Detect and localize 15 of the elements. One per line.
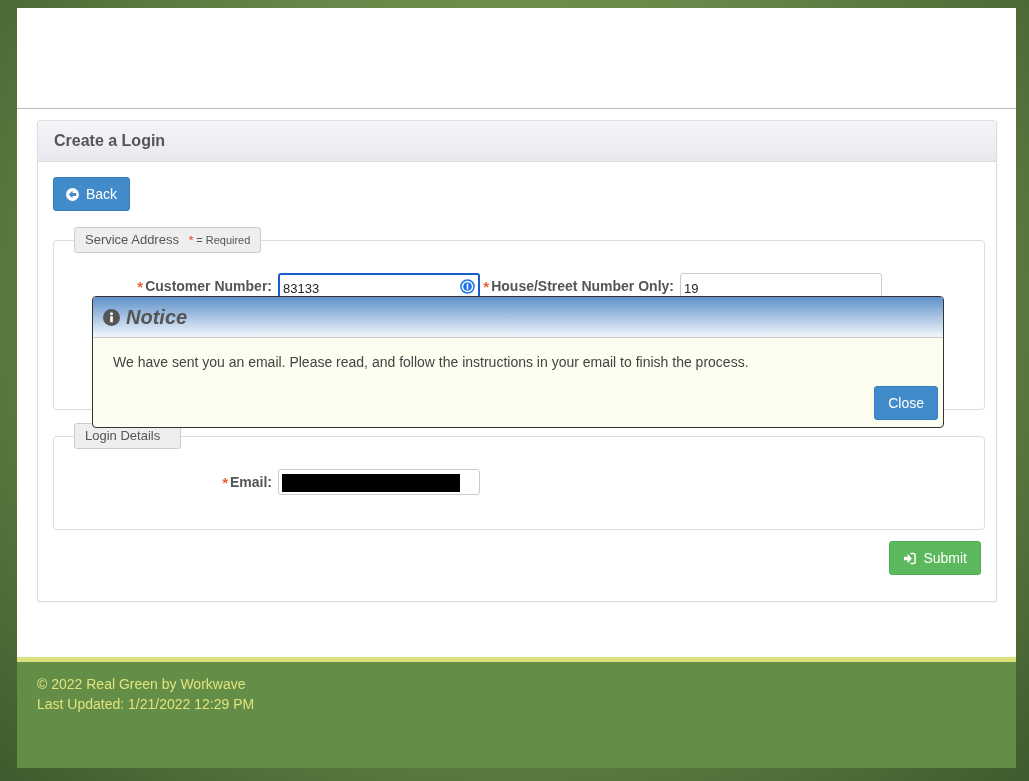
dialog-title: Notice — [126, 305, 188, 329]
required-asterisk: * — [483, 277, 490, 295]
legend-title: Login Details — [85, 428, 161, 443]
required-asterisk: * — [222, 473, 228, 491]
notice-message: We have sent you an email. Please read, and follow the instructions in your email to finish the process. — [113, 354, 750, 370]
copyright-text: © 2022 Real Green by Workwave — [37, 675, 247, 694]
legend-title: Service Address — [85, 232, 179, 247]
panel-title: Create a Login — [54, 132, 166, 150]
required-asterisk: * — [188, 233, 194, 246]
field-label: Email: — [230, 474, 272, 490]
field-label: House/Street Number Only: — [491, 278, 674, 294]
required-asterisk: * — [137, 277, 144, 295]
field-label: Customer Number: — [145, 278, 272, 294]
required-note: = Required — [196, 233, 251, 246]
last-updated-text: Last Updated: 1/21/2022 12:29 PM — [37, 695, 256, 714]
